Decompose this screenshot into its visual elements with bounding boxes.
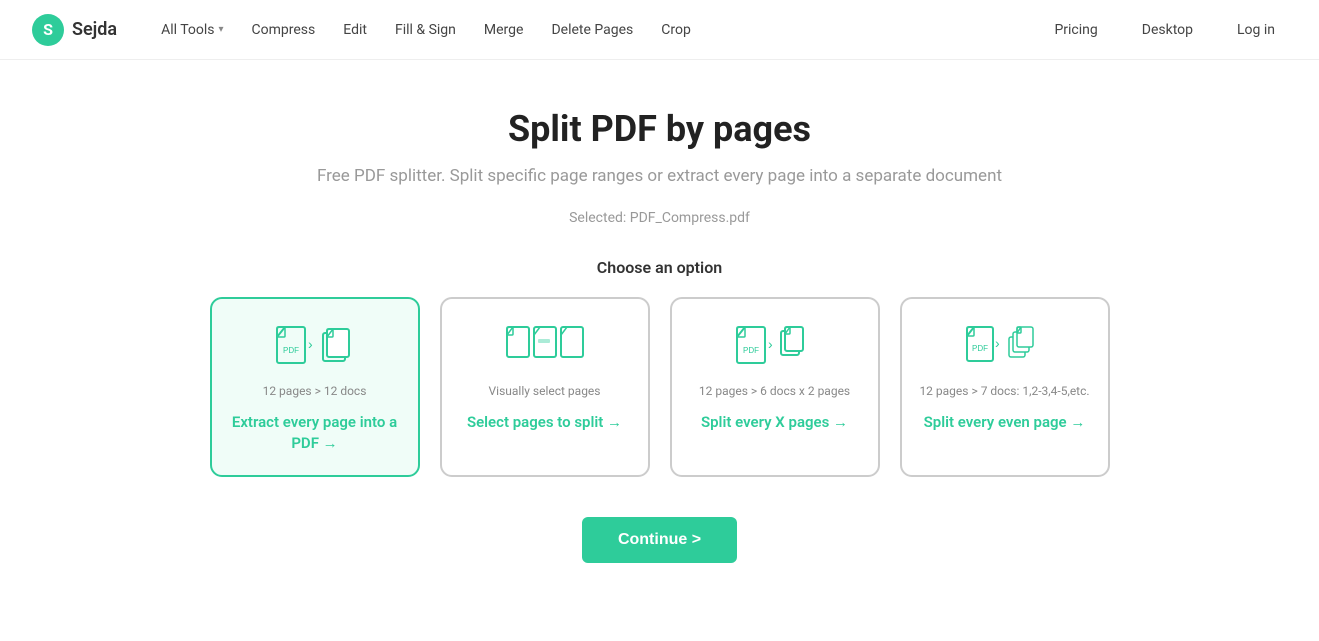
nav-merge[interactable]: Merge (472, 14, 536, 46)
selected-file-label: Selected: PDF_Compress.pdf (569, 210, 750, 226)
logo-link[interactable]: S Sejda (32, 14, 117, 46)
nav-pricing[interactable]: Pricing (1042, 14, 1109, 46)
select-pages-icon (505, 323, 585, 373)
extract-pages-icon: PDF › (275, 323, 355, 373)
option-card-extract[interactable]: PDF › 12 pages > 12 docs Extract every p… (210, 297, 420, 477)
option-card-split-x[interactable]: PDF › 12 pages > 6 docs x 2 pages Split … (670, 297, 880, 477)
nav-left: All Tools ▾ Compress Edit Fill & Sign Me… (149, 14, 1042, 46)
option-card-select-pages[interactable]: Visually select pages Select pages to sp… (440, 297, 650, 477)
nav-fill-sign[interactable]: Fill & Sign (383, 14, 468, 46)
svg-text:›: › (768, 336, 773, 352)
nav-edit[interactable]: Edit (331, 14, 379, 46)
choose-option-label: Choose an option (597, 258, 722, 277)
page-title: Split PDF by pages (508, 108, 811, 150)
options-row: PDF › 12 pages > 12 docs Extract every p… (210, 297, 1110, 477)
logo-icon: S (32, 14, 64, 46)
card-2-label: Select pages to split → (467, 412, 622, 433)
page-subtitle: Free PDF splitter. Split specific page r… (317, 166, 1002, 186)
svg-text:PDF: PDF (743, 346, 759, 355)
card-4-pages-desc: 12 pages > 7 docs: 1,2-3,4-5,etc. (919, 383, 1089, 400)
chevron-down-icon: ▾ (219, 24, 224, 35)
nav-crop[interactable]: Crop (649, 14, 703, 46)
continue-button[interactable]: Continue > (582, 517, 737, 563)
navbar: S Sejda All Tools ▾ Compress Edit Fill &… (0, 0, 1319, 60)
nav-right: Pricing Desktop Log in (1042, 14, 1287, 46)
card-1-label: Extract every page into a PDF → (228, 412, 402, 454)
card-2-pages-desc: Visually select pages (489, 383, 601, 400)
card-1-pages-desc: 12 pages > 12 docs (263, 383, 367, 400)
main-content: Split PDF by pages Free PDF splitter. Sp… (0, 60, 1319, 603)
card-3-pages-desc: 12 pages > 6 docs x 2 pages (699, 383, 850, 400)
nav-delete-pages[interactable]: Delete Pages (539, 14, 645, 46)
card-3-label: Split every X pages → (701, 412, 848, 433)
option-card-split-even[interactable]: PDF › 12 pages > 7 docs: 1,2-3,4-5,etc. … (900, 297, 1110, 477)
nav-desktop[interactable]: Desktop (1130, 14, 1205, 46)
split-even-icon: PDF › (965, 323, 1045, 373)
svg-text:›: › (995, 335, 1000, 351)
nav-login[interactable]: Log in (1225, 14, 1287, 46)
svg-text:PDF: PDF (283, 346, 299, 355)
nav-all-tools[interactable]: All Tools ▾ (149, 14, 235, 46)
nav-compress[interactable]: Compress (240, 14, 328, 46)
split-x-icon: PDF › (735, 323, 815, 373)
logo-name: Sejda (72, 19, 117, 40)
card-4-label: Split every even page → (924, 412, 1086, 433)
svg-text:PDF: PDF (972, 344, 988, 353)
svg-text:›: › (308, 336, 313, 352)
